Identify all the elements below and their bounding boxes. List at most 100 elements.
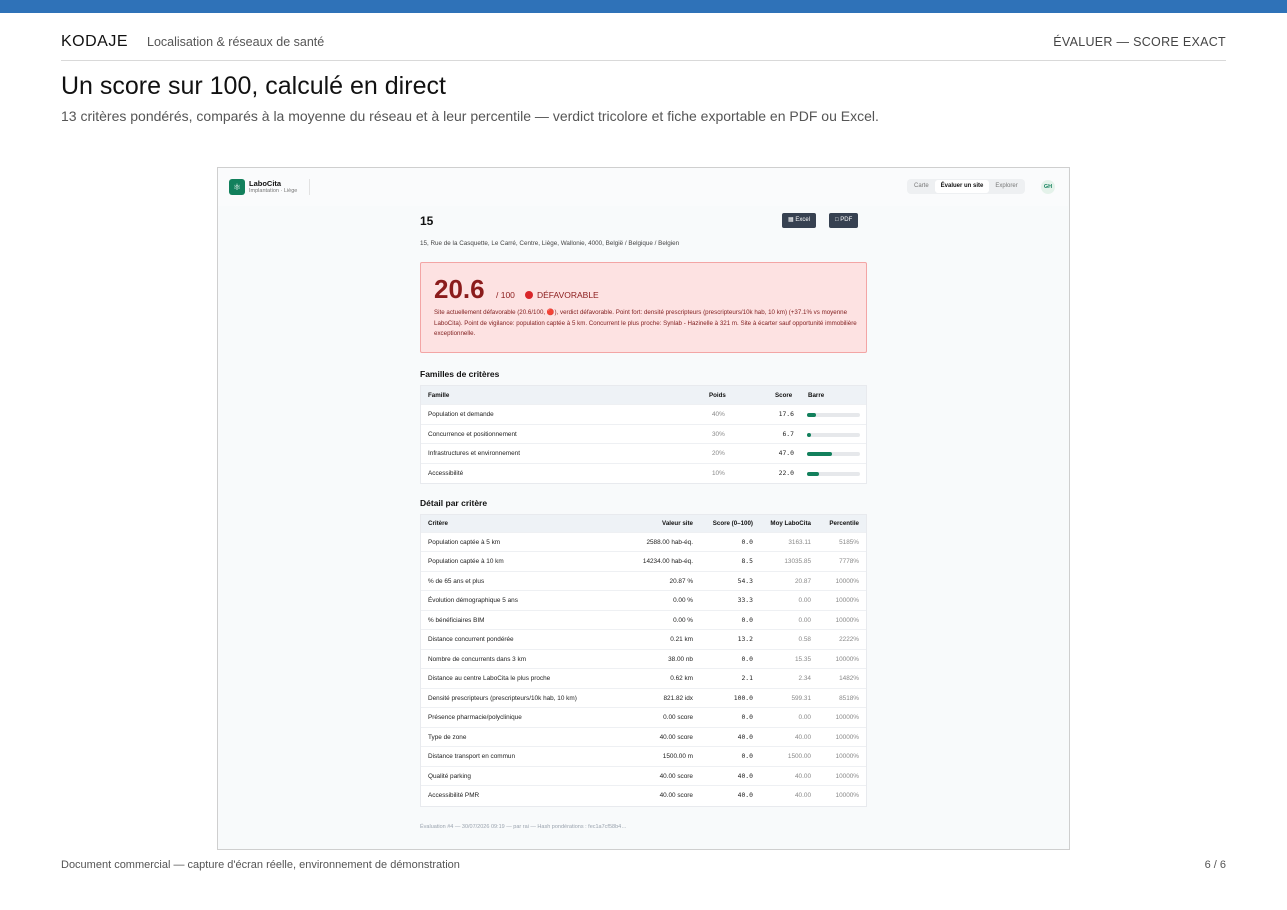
- excel-label: Excel: [795, 217, 811, 223]
- criterion-percentile: 2222%: [839, 636, 859, 643]
- details-table: Critère Valeur site Score (0–100) Moy La…: [420, 514, 867, 807]
- brand-name: KODAJE: [61, 33, 129, 50]
- family-score-bar: [807, 413, 860, 417]
- criterion-site-value: 40.00 score: [659, 772, 693, 780]
- family-score-bar: [807, 432, 860, 437]
- family-name: Population et demande: [428, 411, 494, 418]
- app-screenshot: ⚛ LaboCita Implantation · Liège Carte Év…: [217, 167, 1070, 850]
- criterion-percentile: 10000%: [835, 655, 859, 663]
- criterion-score: 0.0: [741, 713, 753, 721]
- document-footer: Document commercial — capture d'écran ré…: [61, 859, 460, 871]
- criterion-name: Population captée à 5 km: [428, 538, 501, 546]
- criterion-percentile: 1482%: [839, 675, 859, 682]
- nav-explore[interactable]: Explorer: [989, 180, 1023, 193]
- red-dot-icon: [525, 291, 533, 299]
- app-name: LaboCita: [249, 179, 282, 188]
- criterion-name: Nombre de concurrents dans 3 km: [428, 655, 527, 663]
- criterion-network-average: 599.31: [791, 694, 811, 702]
- family-weight: 40%: [712, 411, 725, 418]
- criterion-percentile: 5185%: [839, 538, 859, 546]
- criterion-row: % bénéficiaires BIM 0.00 % 0.0 0.00 10000%: [421, 611, 866, 630]
- criterion-site-value: 821.82 idx: [663, 694, 694, 702]
- family-score-bar: [807, 471, 860, 476]
- criterion-score: 0.0: [741, 654, 753, 663]
- criterion-row: Type de zone 40.00 score 40.0 40.00 10000%: [421, 728, 866, 747]
- spreadsheet-icon: ▦: [788, 217, 794, 223]
- verdict-card: 20.6 / 100 DÉFAVORABLE Site actuellement…: [420, 262, 867, 353]
- flask-icon: ⚛: [229, 179, 245, 195]
- family-score: 17.6: [778, 410, 794, 418]
- family-score: 6.7: [782, 429, 794, 438]
- criterion-name: Densité prescripteurs (prescripteurs/10k…: [428, 694, 577, 702]
- user-avatar[interactable]: GH: [1041, 180, 1055, 194]
- family-row: Accessibilité 10% 22.0: [421, 464, 866, 484]
- criterion-row: Densité prescripteurs (prescripteurs/10k…: [421, 689, 866, 708]
- criterion-site-value: 2588.00 hab-éq.: [646, 538, 693, 546]
- app-header: ⚛ LaboCita Implantation · Liège Carte Év…: [218, 168, 1068, 206]
- criterion-name: Présence pharmacie/polyclinique: [428, 714, 522, 721]
- nav-evaluate-site[interactable]: Évaluer un site: [934, 180, 990, 193]
- criterion-score: 100.0: [733, 693, 753, 702]
- criterion-score: 40.0: [737, 771, 753, 780]
- family-weight: 30%: [712, 430, 725, 438]
- criterion-site-value: 1500.00 m: [662, 753, 693, 760]
- criterion-row: Accessibilité PMR 40.00 score 40.0 40.00 100…: [421, 786, 866, 806]
- criterion-score: 40.0: [737, 791, 753, 799]
- criterion-name: Évolution démographique 5 ans: [428, 597, 518, 604]
- criterion-name: % bénéficiaires BIM: [428, 616, 485, 624]
- export-excel-button[interactable]: ▦ Excel: [782, 213, 817, 228]
- criterion-row: Population captée à 5 km 2588.00 hab-éq. 0…: [421, 533, 866, 552]
- criterion-percentile: 10000%: [835, 753, 859, 760]
- page-title: Un score sur 100, calculé en direct: [61, 72, 446, 100]
- criterion-network-average: 0.00: [798, 714, 811, 721]
- verdict-summary: Site actuellement défavorable (20.6/100,…: [434, 309, 857, 337]
- criterion-score: 0.0: [741, 752, 753, 760]
- pdf-label: PDF: [840, 217, 853, 223]
- evaluation-footer: Évaluation #4 — 30/07/2026 09:19 — par r…: [420, 824, 627, 830]
- criterion-site-value: 0.00 %: [673, 616, 693, 624]
- criterion-site-value: 0.00 score: [663, 714, 693, 721]
- app-subtitle: Implantation · Liège: [249, 188, 298, 194]
- site-address: 15, Rue de la Casquette, Le Carré, Centr…: [420, 240, 680, 247]
- criterion-site-value: 20.87 %: [669, 577, 693, 585]
- criterion-percentile: 10000%: [835, 792, 859, 799]
- criterion-site-value: 0.62 km: [670, 675, 693, 682]
- family-score-bar-fill: [807, 471, 819, 476]
- criterion-site-value: 40.00 score: [659, 733, 693, 741]
- criterion-name: Distance concurrent pondérée: [428, 636, 514, 643]
- criterion-row: Évolution démographique 5 ans 0.00 % 33.3 0…: [421, 591, 866, 611]
- family-row: Population et demande 40% 17.6: [421, 405, 866, 425]
- nav-map[interactable]: Carte: [908, 180, 935, 193]
- families-table: Famille Poids Score Barre Population et …: [420, 385, 867, 484]
- criterion-name: Distance transport en commun: [428, 753, 516, 760]
- criterion-site-value: 40.00 score: [659, 792, 693, 799]
- criterion-percentile: 10000%: [835, 597, 859, 604]
- criterion-network-average: 40.00: [795, 733, 811, 741]
- family-name: Infrastructures et environnement: [428, 450, 520, 457]
- family-weight: 10%: [712, 469, 725, 477]
- criterion-network-average: 13035.85: [784, 558, 811, 565]
- family-score-bar-fill: [807, 432, 811, 437]
- page-subtitle: 13 critères pondérés, comparés à la moye…: [61, 108, 879, 124]
- criterion-network-average: 1500.00: [787, 753, 811, 760]
- criterion-site-value: 38.00 nb: [668, 655, 693, 663]
- export-pdf-button[interactable]: □ PDF: [829, 213, 859, 228]
- criterion-site-value: 0.00 %: [673, 597, 693, 604]
- criterion-score: 40.0: [737, 732, 753, 741]
- criterion-row: Distance au centre LaboCita le plus proc…: [421, 669, 866, 689]
- criterion-network-average: 0.58: [798, 636, 811, 643]
- family-score: 47.0: [778, 449, 794, 457]
- criterion-percentile: 7778%: [839, 558, 859, 565]
- criterion-name: Type de zone: [428, 733, 467, 741]
- criterion-percentile: 10000%: [835, 772, 859, 780]
- col-site-value: Valeur site: [662, 520, 693, 527]
- brand-tagline: Localisation & réseaux de santé: [147, 35, 325, 49]
- criterion-site-value: 0.21 km: [670, 636, 693, 643]
- family-name: Concurrence et positionnement: [428, 430, 517, 438]
- score-max: / 100: [496, 290, 515, 300]
- header-divider: [309, 179, 310, 195]
- criterion-row: Population captée à 10 km 14234.00 hab-éq…: [421, 552, 866, 572]
- col-percentile: Percentile: [829, 520, 859, 527]
- col-family: Famille: [428, 392, 450, 399]
- criterion-network-average: 3163.11: [788, 538, 811, 546]
